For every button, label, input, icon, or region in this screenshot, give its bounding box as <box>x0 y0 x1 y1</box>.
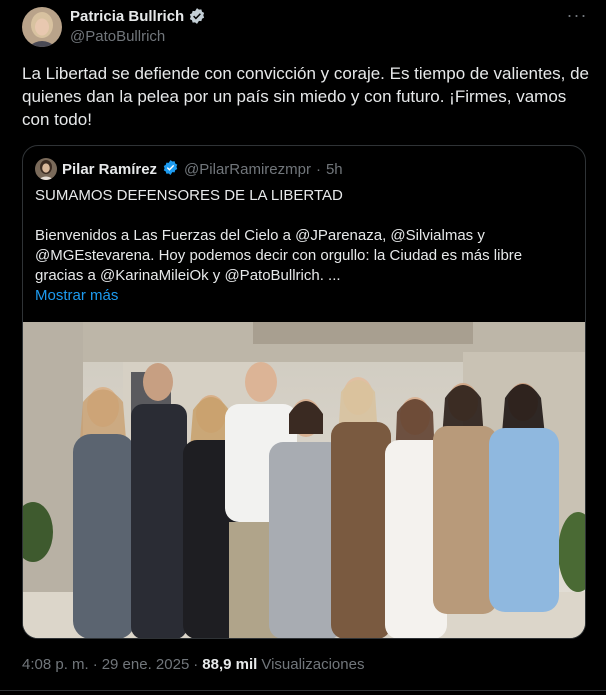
author-avatar[interactable] <box>22 7 62 47</box>
quoted-photo[interactable] <box>23 322 585 638</box>
author-name[interactable]: Patricia Bullrich <box>70 8 184 25</box>
show-more-link[interactable]: Mostrar más <box>35 286 571 306</box>
more-options-icon[interactable]: ··· <box>566 6 588 26</box>
views-count: 88,9 mil <box>202 656 258 673</box>
tweet-time[interactable]: 4:08 p. m. <box>22 656 89 673</box>
meta-separator: · <box>92 656 98 673</box>
quoted-body: Bienvenidos a Las Fuerzas del Cielo a @J… <box>35 227 523 284</box>
meta-separator: · <box>193 656 199 673</box>
quoted-author-handle: @PilarRamirezmpr <box>184 160 311 178</box>
verified-badge-icon <box>188 7 206 25</box>
views-label: Visualizaciones <box>261 656 365 673</box>
quoted-separator: · <box>315 160 321 178</box>
quoted-tweet[interactable]: Pilar Ramírez @PilarRamirezmpr · 5h SUMA… <box>22 145 586 639</box>
tweet: Patricia Bullrich @PatoBullrich ··· La L… <box>0 0 606 695</box>
quoted-author-avatar <box>35 158 57 180</box>
tweet-meta: 4:08 p. m. · 29 ene. 2025 · 88,9 mil Vis… <box>22 656 364 673</box>
author-handle[interactable]: @PatoBullrich <box>70 28 165 45</box>
quoted-verified-badge-icon <box>162 159 179 180</box>
quoted-time: 5h <box>325 160 343 178</box>
quoted-headline: SUMAMOS DEFENSORES DE LA LIBERTAD <box>35 187 343 204</box>
divider <box>0 690 606 691</box>
quoted-author-name: Pilar Ramírez <box>62 160 158 178</box>
tweet-date[interactable]: 29 ene. 2025 <box>102 656 190 673</box>
tweet-text: La Libertad se defiende con convicción y… <box>22 64 590 129</box>
